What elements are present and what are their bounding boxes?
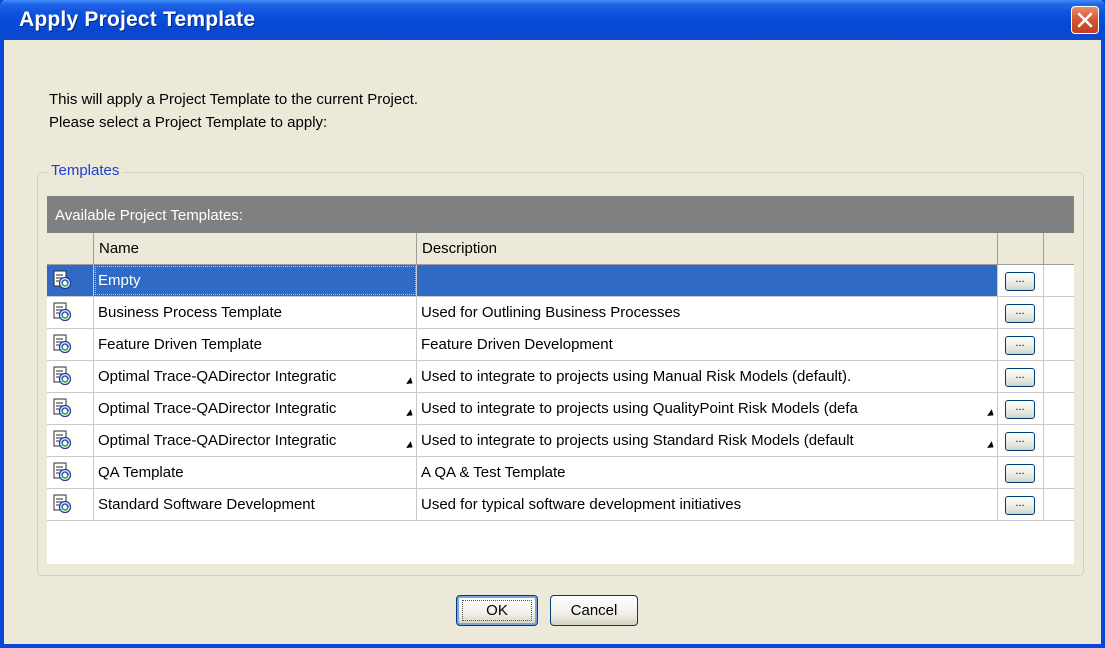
truncation-indicator <box>406 377 415 387</box>
intro-line-2: Please select a Project Template to appl… <box>49 114 328 131</box>
row-name[interactable]: Feature Driven Template <box>94 329 417 360</box>
row-more-button[interactable]: ... <box>1005 272 1035 291</box>
row-icon-cell <box>47 425 94 456</box>
row-more-button[interactable]: ... <box>1005 304 1035 323</box>
row-action-cell: ... <box>998 329 1044 360</box>
row-more-button[interactable]: ... <box>1005 400 1035 419</box>
focus-rect <box>462 600 532 621</box>
project-template-icon <box>52 366 72 391</box>
table-row[interactable]: Feature Driven Template Feature Driven De… <box>47 329 1074 361</box>
row-filler <box>1044 329 1074 360</box>
row-description[interactable]: Feature Driven Development <box>417 329 998 360</box>
row-name[interactable]: Empty <box>94 265 417 296</box>
row-icon-cell <box>47 489 94 520</box>
header-action-column[interactable] <box>998 233 1044 264</box>
row-more-button[interactable]: ... <box>1005 368 1035 387</box>
row-action-cell: ... <box>998 361 1044 392</box>
close-button[interactable] <box>1071 6 1099 34</box>
row-name[interactable]: Standard Software Development <box>94 489 417 520</box>
project-template-icon <box>52 302 72 327</box>
row-more-button[interactable]: ... <box>1005 464 1035 483</box>
project-template-icon <box>52 270 72 295</box>
row-more-button[interactable]: ... <box>1005 432 1035 451</box>
row-filler <box>1044 265 1074 296</box>
row-more-button[interactable]: ... <box>1005 496 1035 515</box>
table-row[interactable]: Optimal Trace-QADirector Integratic Used … <box>47 393 1074 425</box>
row-more-button[interactable]: ... <box>1005 336 1035 355</box>
project-template-icon <box>52 334 72 359</box>
row-filler <box>1044 457 1074 488</box>
row-icon-cell <box>47 393 94 424</box>
title-bar[interactable]: Apply Project Template <box>0 0 1105 40</box>
row-icon-cell <box>47 329 94 360</box>
cancel-button[interactable]: Cancel <box>550 595 638 626</box>
truncation-indicator <box>987 409 996 419</box>
row-filler <box>1044 425 1074 456</box>
table-row[interactable]: Business Process Template Used for Outlin… <box>47 297 1074 329</box>
row-description[interactable]: Used to integrate to projects using Stan… <box>417 425 998 456</box>
row-description[interactable]: Used to integrate to projects using Qual… <box>417 393 998 424</box>
row-filler <box>1044 489 1074 520</box>
truncation-indicator <box>406 409 415 419</box>
table-row[interactable]: Optimal Trace-QADirector Integratic Used … <box>47 361 1074 393</box>
row-icon-cell <box>47 297 94 328</box>
row-action-cell: ... <box>998 489 1044 520</box>
truncation-indicator <box>406 441 415 451</box>
header-name[interactable]: Name <box>94 233 417 264</box>
project-template-icon <box>52 462 72 487</box>
grid-caption: Available Project Templates: <box>47 196 1074 233</box>
row-name[interactable]: QA Template <box>94 457 417 488</box>
row-action-cell: ... <box>998 425 1044 456</box>
intro-line-1: This will apply a Project Template to th… <box>49 91 419 108</box>
row-action-cell: ... <box>998 457 1044 488</box>
templates-group-label: Templates <box>47 162 124 179</box>
truncation-indicator <box>987 441 996 451</box>
window-title: Apply Project Template <box>19 8 256 31</box>
row-description[interactable] <box>417 265 998 296</box>
grid-header: Name Description <box>47 233 1074 265</box>
row-description[interactable]: Used for Outlining Business Processes <box>417 297 998 328</box>
row-description[interactable]: Used for typical software development in… <box>417 489 998 520</box>
table-row[interactable]: QA Template A QA & Test Template... <box>47 457 1074 489</box>
row-action-cell: ... <box>998 297 1044 328</box>
project-template-icon <box>52 430 72 455</box>
row-name[interactable]: Optimal Trace-QADirector Integratic <box>94 425 417 456</box>
row-icon-cell <box>47 457 94 488</box>
project-template-icon <box>52 398 72 423</box>
templates-grid: Available Project Templates: Name Descri… <box>47 196 1074 564</box>
row-name[interactable]: Optimal Trace-QADirector Integratic <box>94 393 417 424</box>
header-description[interactable]: Description <box>417 233 998 264</box>
row-name[interactable]: Business Process Template <box>94 297 417 328</box>
row-description[interactable]: A QA & Test Template <box>417 457 998 488</box>
table-row[interactable]: Empty... <box>47 265 1074 297</box>
row-action-cell: ... <box>998 265 1044 296</box>
ok-button[interactable]: OK <box>456 595 538 626</box>
header-icon-column[interactable] <box>47 233 94 264</box>
table-row[interactable]: Standard Software Development Used for ty… <box>47 489 1074 521</box>
row-filler <box>1044 393 1074 424</box>
table-row[interactable]: Optimal Trace-QADirector Integratic Used … <box>47 425 1074 457</box>
cancel-label: Cancel <box>570 602 618 619</box>
row-name[interactable]: Optimal Trace-QADirector Integratic <box>94 361 417 392</box>
row-description[interactable]: Used to integrate to projects using Manu… <box>417 361 998 392</box>
row-action-cell: ... <box>998 393 1044 424</box>
row-filler <box>1044 297 1074 328</box>
header-filler <box>1044 233 1074 264</box>
row-icon-cell <box>47 361 94 392</box>
project-template-icon <box>52 494 72 519</box>
row-icon-cell <box>47 265 94 296</box>
close-icon <box>1077 12 1093 28</box>
row-filler <box>1044 361 1074 392</box>
